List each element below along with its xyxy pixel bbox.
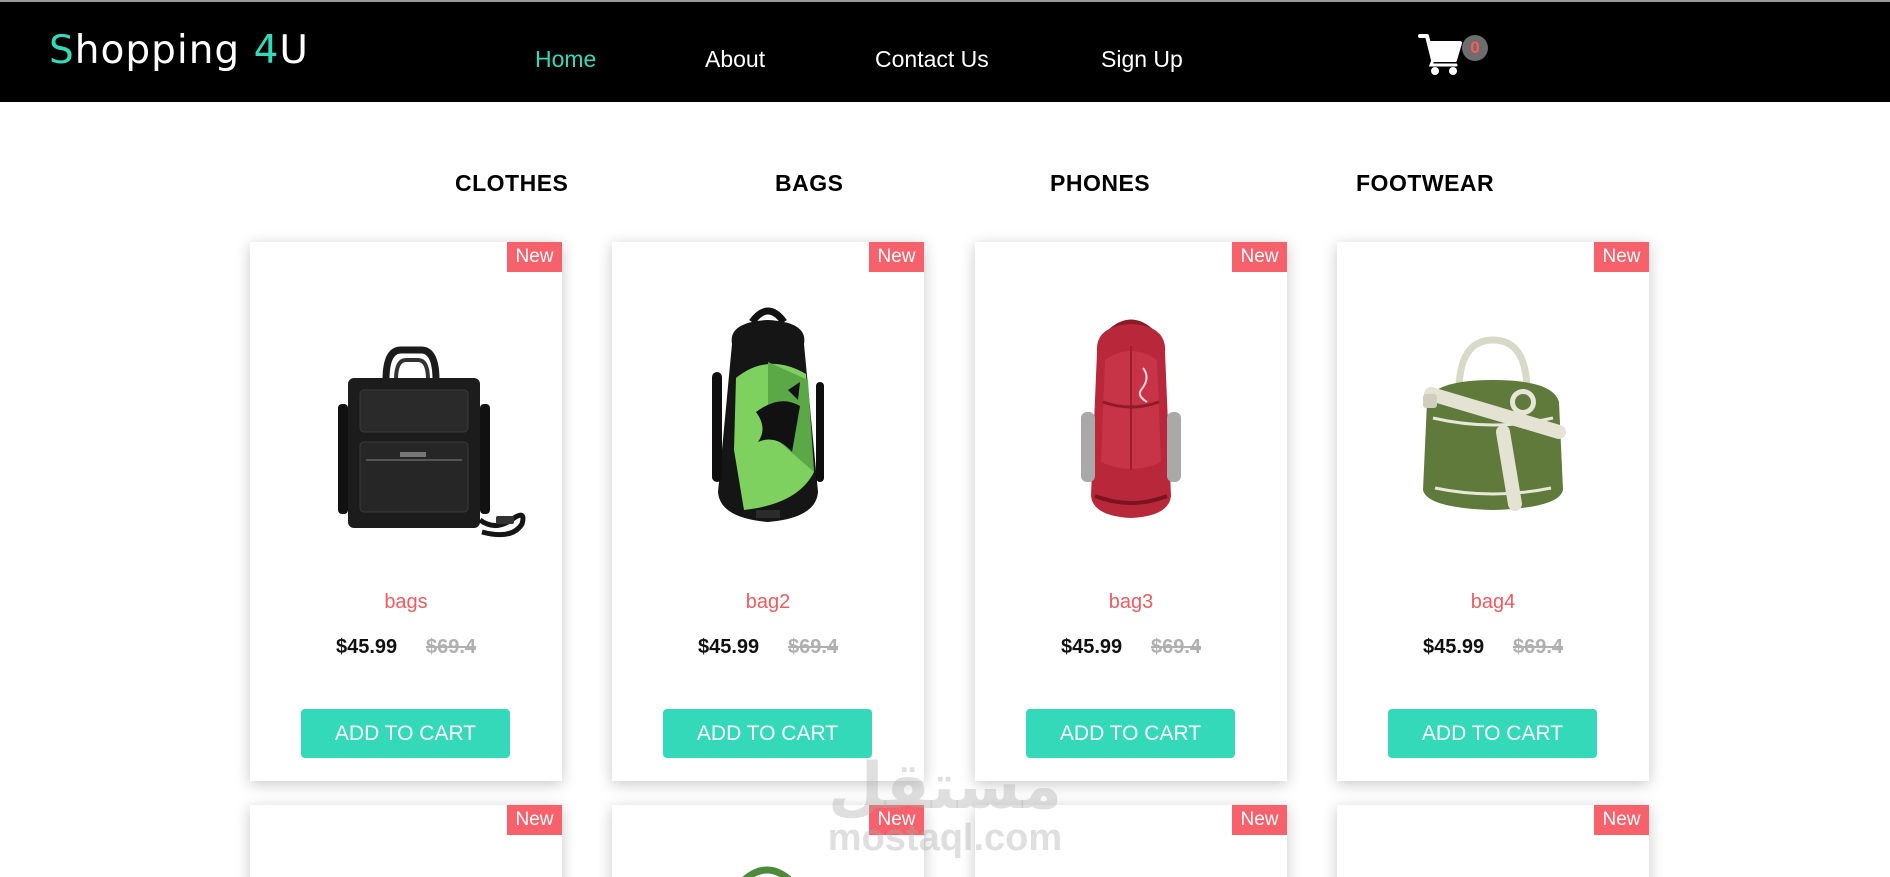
logo-letter-s: S <box>49 28 75 73</box>
site-header: Shopping 4U Home About Contact Us Sign U… <box>0 2 1890 102</box>
cart-button[interactable]: 0 <box>1418 32 1490 76</box>
category-bags[interactable]: BAGS <box>775 170 843 197</box>
product-card: New bag4 $45.99 $69.4 ADD TO CART <box>1337 242 1649 781</box>
product-price: $45.99 <box>1423 636 1485 658</box>
product-price: $45.99 <box>1061 636 1123 658</box>
category-footwear[interactable]: FOOTWEAR <box>1356 170 1494 197</box>
product-name[interactable]: bag4 <box>1337 591 1649 614</box>
logo-letter-u: U <box>279 28 309 73</box>
product-name[interactable]: bag3 <box>975 591 1287 614</box>
new-badge: New <box>1594 242 1649 272</box>
product-old-price: $69.4 <box>1151 636 1202 658</box>
product-card: New <box>1337 805 1649 877</box>
product-card: New bag3 $45.99 $69.4 ADD TO CART <box>975 242 1287 781</box>
product-old-price: $69.4 <box>426 636 477 658</box>
logo-text-hopping: hopping <box>74 28 254 73</box>
new-badge: New <box>869 242 924 272</box>
new-badge: New <box>1594 805 1649 835</box>
product-old-price: $69.4 <box>1513 636 1564 658</box>
nav-about[interactable]: About <box>705 46 765 73</box>
category-phones[interactable]: PHONES <box>1050 170 1150 197</box>
new-badge: New <box>507 805 562 835</box>
watermark-arabic: مستقل <box>827 750 1063 824</box>
product-card: New bags $45.99 $69.4 ADD TO CART <box>250 242 562 781</box>
new-badge: New <box>1232 242 1287 272</box>
product-image-partial <box>742 866 792 877</box>
shopping-cart-icon <box>1418 34 1462 75</box>
nav-home[interactable]: Home <box>535 46 596 73</box>
add-to-cart-button[interactable]: ADD TO CART <box>1388 709 1597 758</box>
product-image-backpack-red <box>1081 319 1181 518</box>
product-image-duffel-bag <box>1423 336 1566 511</box>
cart-count-badge: 0 <box>1462 35 1488 61</box>
product-old-price: $69.4 <box>788 636 839 658</box>
category-clothes[interactable]: CLOTHES <box>455 170 568 197</box>
nav-sign-up[interactable]: Sign Up <box>1101 46 1183 73</box>
product-card: New bag2 $45.99 $69.4 ADD TO CART <box>612 242 924 781</box>
site-logo[interactable]: Shopping 4U <box>49 28 309 73</box>
product-price: $45.99 <box>698 636 760 658</box>
product-name[interactable]: bags <box>250 591 562 614</box>
new-badge: New <box>507 242 562 272</box>
product-image-laptop-bag <box>338 346 526 538</box>
watermark-latin: mostaql.com <box>827 817 1063 859</box>
watermark: مستقل mostaql.com <box>825 755 1065 857</box>
product-name[interactable]: bag2 <box>612 591 924 614</box>
product-price: $45.99 <box>336 636 398 658</box>
add-to-cart-button[interactable]: ADD TO CART <box>301 709 510 758</box>
nav-contact-us[interactable]: Contact Us <box>875 46 989 73</box>
product-image-backpack-green <box>712 307 824 522</box>
logo-digit-4: 4 <box>253 28 280 73</box>
product-card: New <box>250 805 562 877</box>
new-badge: New <box>1232 805 1287 835</box>
